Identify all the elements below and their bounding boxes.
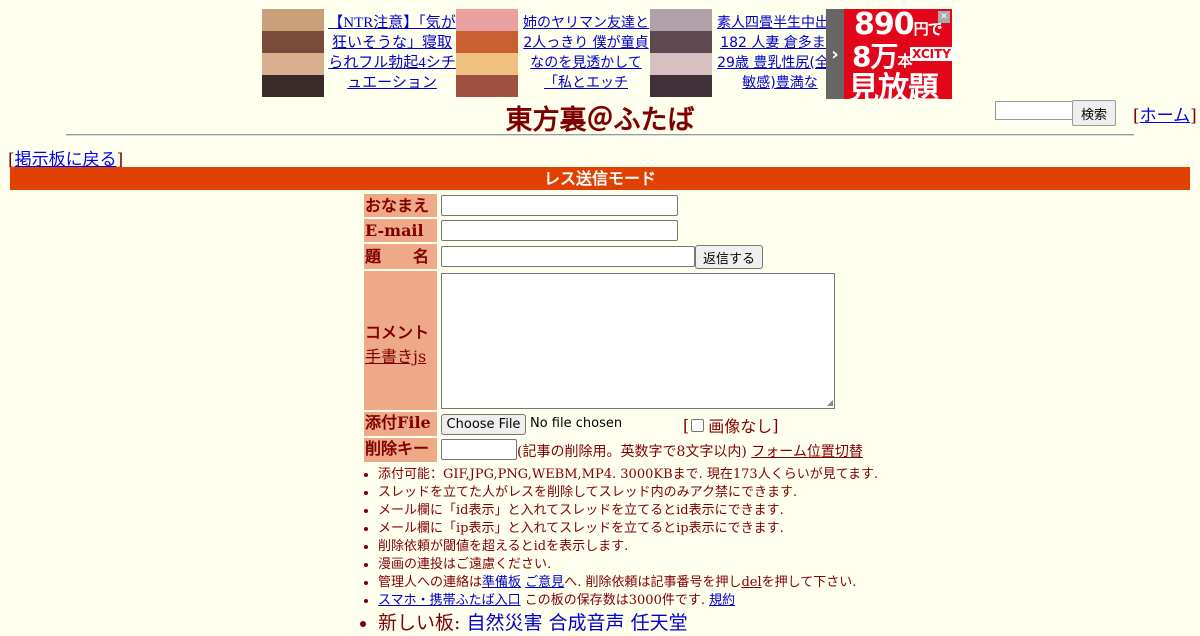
board-link[interactable]: 合成音声: [549, 612, 625, 634]
file-label: 添付File: [364, 412, 437, 436]
comment-label: コメント: [365, 323, 430, 342]
note-item: メール欄に「ip表示」と入れてスレッドを立てるとip表示にできます.: [378, 520, 878, 538]
ad-next-arrow-icon[interactable]: ›: [826, 9, 844, 99]
ad-item-2[interactable]: 姉のヤリマン友達と2人っきり 僕が童貞なのを見透かして「私とエッチ: [456, 9, 650, 97]
delkey-input[interactable]: [441, 439, 517, 460]
delkey-note-text: (記事の削除用。英数字で8文字以内): [517, 444, 747, 460]
note-text: へ. 削除依頼は記事番号を押し: [564, 575, 742, 590]
comment-textarea[interactable]: ◢: [441, 273, 835, 409]
ad-banner[interactable]: 890円で 8万本 XCITY 見放題 ✕: [844, 9, 952, 99]
ad-thumbnail[interactable]: [456, 9, 518, 97]
home-link[interactable]: ホーム: [1140, 106, 1191, 126]
note-item: スレッドを立てた人がレスを削除してスレッド内のみアク禁にできます.: [378, 484, 878, 502]
ad-item-1[interactable]: 【NTR注意】「気が狂いそうな」寝取られフル勃起4シチュエーション: [262, 9, 456, 97]
file-status-text: No file chosen: [530, 416, 623, 431]
ad-link[interactable]: 【NTR注意】「気が狂いそうな」寝取られフル勃起4シチュエーション: [328, 13, 456, 93]
comment-label-cell: コメント 手書きjs: [364, 271, 437, 410]
board-link[interactable]: 任天堂: [631, 612, 688, 634]
ad-link[interactable]: 素人四畳半生中出し182 人妻 倉多まお 29歳 豊乳性尻(全身敏感)豊満な: [716, 13, 844, 93]
notes-list: 添付可能：GIF,JPG,PNG,WEBM,MP4. 3000KBまで. 現在1…: [360, 466, 878, 636]
choose-file-button[interactable]: Choose File: [441, 414, 526, 435]
note-item: 添付可能：GIF,JPG,PNG,WEBM,MP4. 3000KBまで. 現在1…: [378, 466, 878, 484]
del-link[interactable]: del: [741, 575, 761, 590]
note-item: 漫画の連投はご遠慮ください.: [378, 556, 878, 574]
mobile-entry-link[interactable]: スマホ・携帯ふたば入口: [378, 593, 521, 608]
ad-thumbnail[interactable]: [650, 9, 712, 97]
note-item-contact: 管理人への連絡は準備板 ご意見へ. 削除依頼は記事番号を押しdelを押して下さい…: [378, 574, 878, 592]
note-text: この板の保存数は3000件です.: [524, 593, 705, 608]
ad-link[interactable]: 姉のヤリマン友達と2人っきり 僕が童貞なのを見透かして「私とエッチ: [522, 13, 650, 93]
tegaki-link[interactable]: 手書きjs: [365, 347, 426, 366]
note-text: を押して下さい.: [761, 575, 857, 590]
ad-close-icon[interactable]: ✕: [938, 11, 950, 23]
home-link-wrapper: [ホーム]: [1133, 106, 1197, 126]
name-label: おなまえ: [364, 194, 437, 217]
no-image-option: [画像なし]: [683, 413, 779, 437]
subject-label: 題 名: [364, 244, 437, 269]
ad-banner-brand: XCITY: [910, 47, 952, 61]
note-text: 管理人への連絡は: [378, 575, 483, 590]
form-position-switch-link[interactable]: フォーム位置切替: [751, 444, 863, 460]
name-input[interactable]: [441, 195, 678, 216]
ad-strip: 【NTR注意】「気が狂いそうな」寝取られフル勃起4シチュエーション 姉のヤリマン…: [262, 9, 952, 99]
note-item: メール欄に「id表示」と入れてスレッドを立てるとid表示にできます.: [378, 502, 878, 520]
ad-thumbnail[interactable]: [262, 9, 324, 97]
note-item-mobile: スマホ・携帯ふたば入口 この板の保存数は3000件です. 規約: [378, 592, 878, 610]
delkey-label: 削除キー: [364, 438, 437, 462]
note-item: 削除依頼が閾値を超えるとidを表示します.: [378, 538, 878, 556]
delkey-note: (記事の削除用。英数字で8文字以内) フォーム位置切替: [517, 441, 863, 461]
board-link[interactable]: 自然災害: [466, 612, 542, 634]
no-image-checkbox[interactable]: [691, 418, 705, 432]
reply-mode-bar: レス送信モード: [10, 167, 1190, 190]
ad-banner-unlimited: 見放題: [848, 71, 939, 99]
subject-input[interactable]: [441, 246, 695, 267]
rules-link[interactable]: 規約: [709, 593, 735, 608]
resize-handle-icon[interactable]: ◢: [827, 399, 833, 407]
email-input[interactable]: [441, 220, 678, 241]
prep-board-link[interactable]: 準備板: [482, 575, 521, 590]
ad-item-3[interactable]: 素人四畳半生中出し182 人妻 倉多まお 29歳 豊乳性尻(全身敏感)豊満な: [650, 9, 844, 97]
note-item-new-boards: 新しい板: 自然災害 合成音声 任天堂: [378, 610, 878, 636]
new-boards-label: 新しい板:: [378, 612, 461, 634]
divider: [66, 134, 1134, 136]
no-image-label: 画像なし: [708, 417, 773, 436]
search-input[interactable]: [995, 101, 1075, 120]
submit-reply-button[interactable]: 返信する: [695, 245, 763, 269]
search-button[interactable]: 検索: [1072, 100, 1116, 126]
feedback-link[interactable]: ご意見: [525, 575, 564, 590]
email-label: E-mail: [364, 219, 437, 242]
